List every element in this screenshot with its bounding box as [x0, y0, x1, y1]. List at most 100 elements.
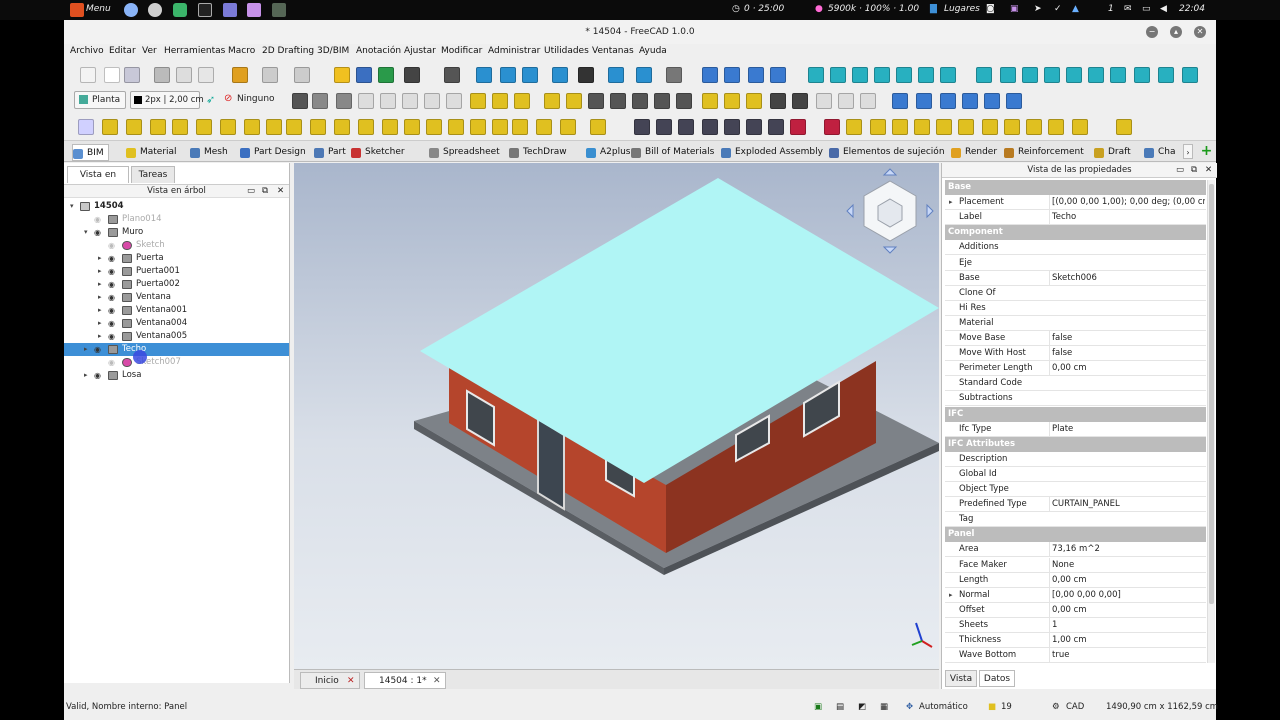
3d-viewport[interactable]: [294, 163, 939, 669]
frame-icon[interactable]: [470, 119, 486, 135]
app-m-icon[interactable]: [173, 3, 187, 17]
dim-3-icon[interactable]: [654, 93, 670, 109]
expand-arrow-icon[interactable]: ▸: [949, 588, 953, 603]
arrow-up-icon[interactable]: [702, 67, 718, 83]
tree-item[interactable]: ▸ ◉ Techo: [64, 343, 289, 356]
layers-icon[interactable]: [424, 93, 440, 109]
property-close-icon[interactable]: ✕: [1205, 163, 1212, 178]
property-row[interactable]: Sheets 1: [945, 617, 1206, 633]
property-value[interactable]: false: [1049, 331, 1205, 346]
property-group-header[interactable]: Base: [945, 180, 1206, 195]
property-row[interactable]: Hi Res: [945, 301, 1206, 316]
python-console-icon[interactable]: ▣: [814, 702, 822, 712]
wall-icon[interactable]: [102, 119, 118, 135]
circle-icon[interactable]: [892, 119, 908, 135]
twitter-icon[interactable]: ▲: [1072, 4, 1079, 14]
add-workbench-icon[interactable]: +: [1199, 144, 1214, 159]
equipment-icon[interactable]: [560, 119, 576, 135]
menu-ver[interactable]: Ver: [142, 46, 157, 56]
display-icon[interactable]: ▭: [1142, 4, 1151, 14]
visibility-eye-icon[interactable]: ◉: [108, 356, 118, 369]
expand-arrow-icon[interactable]: ▸: [949, 195, 953, 210]
save-icon[interactable]: [124, 67, 140, 83]
rotate-arrow-icon[interactable]: [940, 93, 956, 109]
door-icon[interactable]: [310, 119, 326, 135]
railing-icon[interactable]: [512, 119, 528, 135]
spline-2-icon[interactable]: [870, 119, 886, 135]
visibility-eye-icon[interactable]: ◉: [108, 252, 118, 265]
tree-item[interactable]: ▸ ◉ Puerta001: [64, 265, 289, 278]
property-tab-vista[interactable]: Vista: [945, 670, 977, 687]
space-icon[interactable]: [536, 119, 552, 135]
joint-icon[interactable]: [678, 119, 694, 135]
column-icon[interactable]: [244, 119, 260, 135]
workbench-tab-bim[interactable]: BIM: [72, 144, 109, 161]
workbench-tab-part-design[interactable]: Part Design: [240, 144, 306, 161]
visibility-eye-icon[interactable]: ◉: [108, 239, 118, 252]
text-a-icon[interactable]: [544, 93, 560, 109]
spline-icon[interactable]: [724, 93, 740, 109]
zoom-fit-icon[interactable]: [476, 67, 492, 83]
image-2-icon[interactable]: [838, 93, 854, 109]
property-group-header[interactable]: IFC Attributes: [945, 436, 1206, 452]
menu-label[interactable]: Menu: [86, 4, 111, 14]
tree-item[interactable]: ▸ ◉ Ventana: [64, 291, 289, 304]
expand-arrow-icon[interactable]: ▸: [84, 343, 92, 356]
property-row[interactable]: Description: [945, 452, 1206, 467]
view-isometric-icon[interactable]: [522, 67, 538, 83]
check-icon[interactable]: ✓: [1054, 4, 1062, 14]
box-3d-icon[interactable]: [984, 93, 1000, 109]
table-1-icon[interactable]: [380, 93, 396, 109]
distance-icon[interactable]: [724, 119, 740, 135]
property-row[interactable]: Ifc Type Plate: [945, 421, 1206, 437]
copy-icon[interactable]: [176, 67, 192, 83]
text-s-icon[interactable]: [566, 93, 582, 109]
rebar-icon[interactable]: [404, 119, 420, 135]
workbench-tab-techdraw[interactable]: TechDraw: [509, 144, 567, 161]
doc-page-icon[interactable]: [358, 93, 374, 109]
measure-toggle-icon[interactable]: [1158, 67, 1174, 83]
property-row[interactable]: ▸ Normal [0,00 0,00 0,00]: [945, 587, 1206, 603]
dim-2-icon[interactable]: [632, 93, 648, 109]
browser-icon[interactable]: [124, 3, 138, 17]
shape-3-icon[interactable]: [1048, 119, 1064, 135]
shape-1-icon[interactable]: [1004, 119, 1020, 135]
workbench-tab-cha[interactable]: Cha: [1144, 144, 1176, 161]
expand-arrow-icon[interactable]: ▸: [98, 252, 106, 265]
doc-tab-inicio-close-icon[interactable]: ✕: [347, 673, 355, 690]
workbench-tab-render[interactable]: Render: [951, 144, 997, 161]
zoom-selection-icon[interactable]: [500, 67, 516, 83]
files-icon[interactable]: [223, 3, 237, 17]
3d-scene[interactable]: [294, 163, 939, 669]
report-icon[interactable]: [790, 119, 806, 135]
visibility-eye-icon[interactable]: ◉: [108, 291, 118, 304]
image-3-icon[interactable]: [860, 93, 876, 109]
property-row[interactable]: Length 0,00 cm: [945, 572, 1206, 588]
property-value[interactable]: [0,00 0,00 0,00]: [1049, 587, 1205, 603]
property-row[interactable]: Predefined Type CURTAIN_PANEL: [945, 497, 1206, 513]
remove-icon[interactable]: [770, 67, 786, 83]
measure-dots-icon[interactable]: [1134, 67, 1150, 83]
workbench-tab-part[interactable]: Part: [314, 144, 346, 161]
undock-icon[interactable]: ⧉: [262, 185, 268, 198]
workbench-tab-mesh[interactable]: Mesh: [190, 144, 228, 161]
measure-3d-icon[interactable]: [1182, 67, 1198, 83]
trim-icon[interactable]: [292, 93, 308, 109]
workbench-tab-sketcher[interactable]: Sketcher: [351, 144, 405, 161]
fan-icon[interactable]: [916, 93, 932, 109]
property-value[interactable]: 1: [1049, 617, 1205, 633]
menu-ventanas[interactable]: Ventanas: [592, 46, 634, 56]
grid-icon[interactable]: [470, 93, 486, 109]
snap-label[interactable]: Ninguno: [237, 94, 275, 104]
shape-4-icon[interactable]: [1072, 119, 1088, 135]
tree-item[interactable]: ◉ Sketch007: [64, 356, 289, 369]
places-label[interactable]: Lugares: [944, 4, 980, 14]
menu-macro[interactable]: Macro: [228, 46, 255, 56]
tree-item[interactable]: ▸ ◉ Ventana004: [64, 317, 289, 330]
visibility-eye-icon[interactable]: ◉: [108, 317, 118, 330]
create-part-icon[interactable]: [334, 67, 350, 83]
stairs-2-icon[interactable]: [492, 119, 508, 135]
measure-clear-icon[interactable]: [1088, 67, 1104, 83]
truss-icon[interactable]: [426, 119, 442, 135]
property-row[interactable]: Label Techo: [945, 210, 1206, 226]
